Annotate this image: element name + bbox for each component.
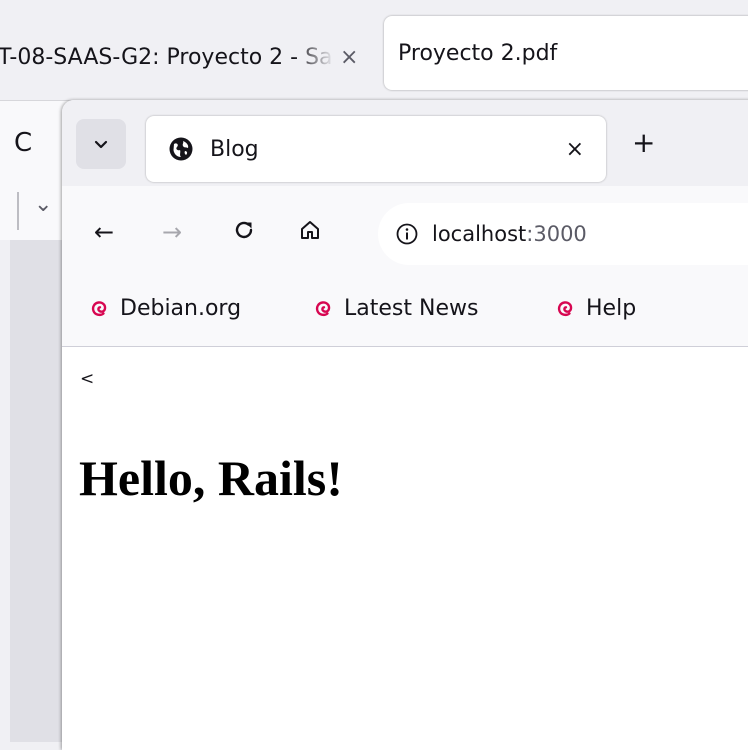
reload-glyph — [235, 221, 253, 239]
tab-strip: Blog × + — [62, 100, 748, 186]
chevron-down-icon[interactable]: ⌄ — [34, 192, 52, 217]
bookmarks-toolbar: Debian.org Latest News Help — [62, 286, 748, 347]
debian-swirl-icon — [91, 300, 107, 316]
page-content: < Hello, Rails! — [62, 347, 748, 750]
info-icon[interactable] — [396, 223, 418, 245]
divider — [17, 192, 19, 230]
bookmark-latest-news[interactable]: Latest News — [312, 296, 478, 321]
close-icon[interactable]: × — [566, 137, 584, 162]
chevron-down-icon — [94, 140, 108, 149]
debian-swirl-icon — [315, 300, 331, 316]
reload-icon[interactable] — [232, 218, 256, 248]
back-link[interactable]: < — [80, 369, 94, 389]
reload-icon[interactable]: C — [14, 128, 32, 158]
bookmark-debian-org[interactable]: Debian.org — [88, 296, 241, 321]
globe-icon — [169, 137, 193, 161]
background-tab-title: T-08-SAAS-G2: Proyecto 2 - SaaS — [0, 44, 334, 70]
home-glyph — [301, 221, 319, 239]
browser-window: Blog × + ← → localhost:3000 Debian.org L… — [62, 100, 748, 750]
bookmark-label: Help — [586, 296, 637, 321]
tab-title: Blog — [210, 136, 259, 162]
close-icon[interactable]: × — [340, 45, 358, 70]
navigation-toolbar: ← → localhost:3000 — [62, 186, 748, 286]
url-port: :3000 — [526, 222, 587, 246]
bookmark-help[interactable]: Help — [554, 296, 636, 321]
bookmark-label: Debian.org — [120, 296, 242, 321]
background-tab-title: Proyecto 2.pdf — [398, 40, 558, 66]
list-all-tabs-button[interactable] — [76, 119, 126, 169]
page-heading: Hello, Rails! — [79, 450, 343, 506]
new-tab-button[interactable]: + — [632, 126, 655, 159]
background-tab-saas[interactable]: T-08-SAAS-G2: Proyecto 2 - SaaS × — [0, 22, 375, 92]
debian-swirl-icon — [557, 300, 573, 316]
back-arrow-icon[interactable]: ← — [94, 218, 114, 246]
bookmark-label: Latest News — [344, 296, 479, 321]
url-text: localhost:3000 — [432, 222, 587, 246]
url-bar[interactable]: localhost:3000 — [378, 203, 748, 265]
background-sidebar-edge — [0, 240, 10, 742]
url-host: localhost — [432, 222, 527, 246]
background-tab-pdf[interactable]: Proyecto 2.pdf — [384, 16, 748, 90]
forward-arrow-icon[interactable]: → — [162, 218, 182, 246]
tab-blog[interactable]: Blog × — [146, 116, 606, 182]
home-icon[interactable] — [298, 218, 322, 248]
